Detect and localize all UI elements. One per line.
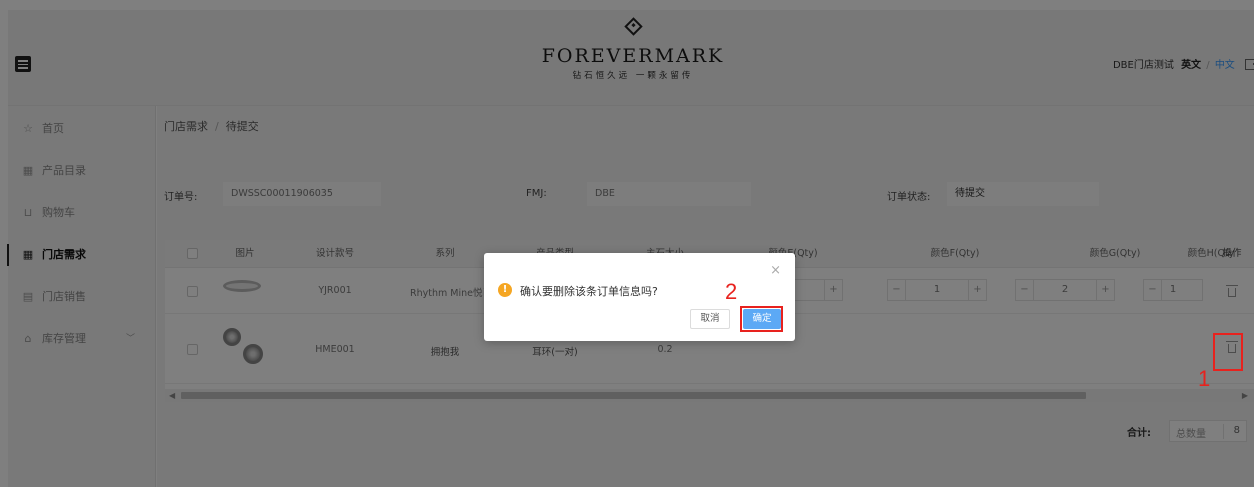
dialog-message: 确认要删除该条订单信息吗? [520, 285, 658, 298]
annotation-number-1: 1 [1198, 366, 1211, 391]
annotation-number-2: 2 [725, 279, 738, 304]
cancel-button[interactable]: 取消 [690, 309, 730, 329]
annotation-box-confirm [740, 306, 783, 332]
warning-icon: ! [498, 283, 512, 297]
annotation-box-delete [1213, 333, 1243, 371]
close-icon[interactable]: × [770, 263, 781, 278]
modal-overlay[interactable] [0, 0, 1254, 487]
